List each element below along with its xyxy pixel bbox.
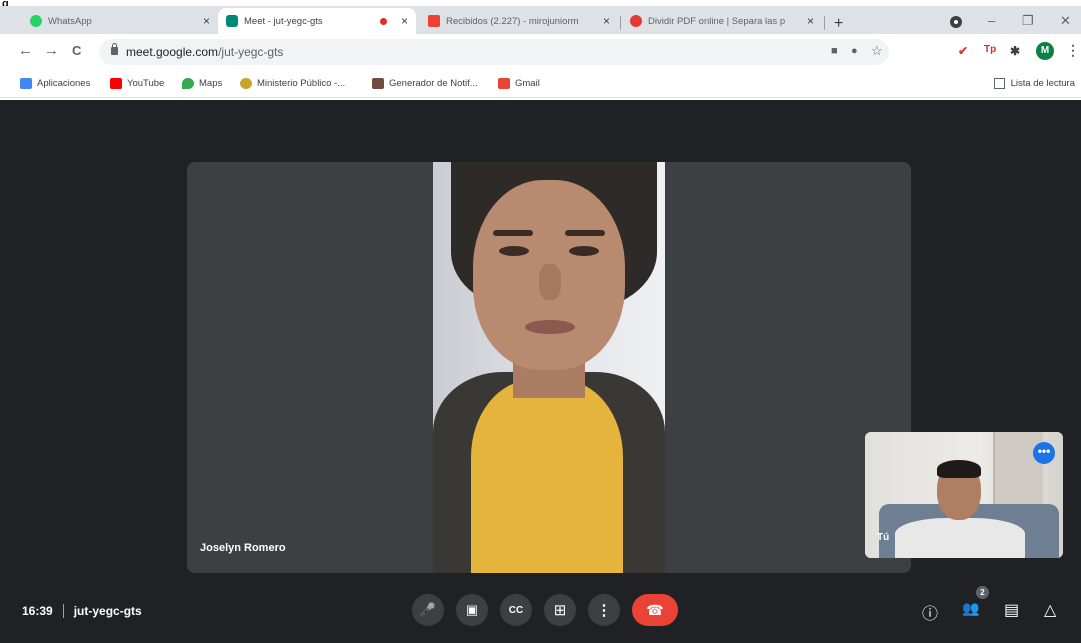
reading-list-icon [993,78,1005,89]
meeting-code: jut-yegc-gts [73,604,142,618]
lock-icon [111,43,118,55]
bookmark-youtube[interactable]: YouTube [110,78,164,89]
video-brow [493,230,533,236]
self-view-tile[interactable]: ••• Tú [865,432,1063,558]
ministerio-seal-icon [240,78,252,89]
restore-button[interactable]: ❐ [1022,13,1034,29]
self-name: Tú [877,532,890,543]
self-view-more-button[interactable]: ••• [1033,442,1055,464]
chat-icon[interactable]: ▤ [1004,600,1019,620]
address-bar[interactable]: meet.google.com/jut-yegc-gts ■ ● ☆ [99,39,889,65]
bookmark-label: Maps [199,78,223,89]
bookmark-ministerio[interactable]: Ministerio Público -... [240,78,345,89]
tab-close-icon[interactable]: × [603,14,610,28]
extension-tp-icon[interactable]: Tp [984,44,996,55]
reload-button[interactable]: C [72,43,81,58]
meeting-info-icon[interactable]: ⓘ [922,600,938,624]
tab-bar: WhatsApp × Meet - jut-yegc-gts × Recibid… [0,6,1081,34]
bookmark-label: Ministerio Público -... [257,78,346,89]
bookmark-star-icon[interactable]: ☆ [871,43,883,59]
meeting-divider [62,604,64,618]
media-recording-icon[interactable] [950,16,962,28]
url-host: meet.google.com [126,45,219,59]
captions-button[interactable]: CC [500,594,532,626]
browser-chrome: g WhatsApp × Meet - jut-yegc-gts × Recib… [0,0,1081,100]
video-nose [539,264,561,300]
extension-check-icon[interactable]: ✔ [958,44,968,58]
self-video-hair [937,460,981,478]
whatsapp-icon [30,15,42,27]
url-text[interactable]: meet.google.com/jut-yegc-gts [126,45,283,59]
pdf-heart-icon [630,15,642,27]
video-sweater [471,380,623,573]
bookmark-generador[interactable]: Generador de Notif... [372,78,478,89]
bookmark-gmail[interactable]: Gmail [498,78,540,89]
present-screen-button[interactable]: ⊞ [544,594,576,626]
meeting-details: 16:39 jut-yegc-gts [22,604,142,618]
participant-name: Joselyn Romero [200,542,286,554]
video-eye [499,246,529,256]
reading-list-label: Lista de lectura [1010,78,1075,89]
camera-button[interactable]: ▣ [456,594,488,626]
bookmark-label: Gmail [515,78,540,89]
video-face [473,180,625,370]
meeting-time: 16:39 [22,604,53,618]
profile-avatar[interactable]: M [1036,42,1054,60]
back-button[interactable]: ← [18,42,33,59]
bookmark-label: Aplicaciones [37,78,91,89]
reading-list-button[interactable]: Lista de lectura [993,78,1075,89]
apps-grid-icon [20,78,32,89]
tab-close-icon[interactable]: × [203,14,210,28]
tab-close-icon[interactable]: × [807,14,814,28]
maps-pin-icon [182,78,194,89]
gmail-icon [428,15,440,27]
meet-icon [226,15,238,27]
tab-title: WhatsApp [48,15,92,27]
tab-title: Meet - jut-yegc-gts [244,15,323,27]
browser-menu-icon[interactable]: ⋮ [1066,42,1080,59]
camera-blocked-icon[interactable]: ■ [831,45,838,57]
tab-separator [620,16,621,30]
people-icon[interactable]: 👥 [962,600,979,617]
bookmarks-bar: Aplicaciones YouTube Maps Ministerio Púb… [0,70,1081,98]
recording-dot-icon [379,17,387,25]
window-close-button[interactable]: ✕ [1060,13,1071,29]
bookmark-label: Generador de Notif... [389,78,478,89]
bookmark-apps[interactable]: Aplicaciones [20,78,90,89]
address-row: ← → C meet.google.com/jut-yegc-gts ■ ● ☆… [0,34,1081,70]
people-count-badge: 2 [976,586,989,599]
microphone-icon[interactable]: ● [851,45,858,57]
bookmark-label: YouTube [127,78,165,89]
participant-video [433,162,665,573]
gmail-icon [498,78,510,89]
tab-separator [824,16,825,30]
tab-title: Recibidos (2.227) - mirojuniorm [446,15,579,27]
new-tab-button[interactable]: + [834,15,843,33]
video-brow [565,230,605,236]
minimize-button[interactable]: – [988,13,995,28]
participant-tile-main[interactable]: Joselyn Romero [187,162,911,573]
meet-stage: Joselyn Romero ••• Tú 16:39 jut-yegc-gts… [0,100,1081,643]
tab-gmail[interactable]: Recibidos (2.227) - mirojuniorm × [420,8,618,34]
tab-title: Dividir PDF online | Separa las p [648,15,786,27]
tab-pdf[interactable]: Dividir PDF online | Separa las p × [622,8,822,34]
url-path: /jut-yegc-gts [218,45,284,59]
self-video-shirt [895,518,1025,558]
forward-button[interactable]: → [44,42,59,59]
microphone-button[interactable]: 🎤 [412,594,444,626]
tab-close-icon[interactable]: × [401,14,408,28]
tab-meet[interactable]: Meet - jut-yegc-gts × [218,8,416,34]
generador-icon [372,78,384,89]
tab-whatsapp[interactable]: WhatsApp × [22,8,218,34]
leave-call-button[interactable]: ☎ [632,594,678,626]
more-options-button[interactable]: ⋮ [588,594,620,626]
extensions-puzzle-icon[interactable]: ✱ [1010,44,1020,58]
video-eye [569,246,599,256]
bookmark-maps[interactable]: Maps [182,78,222,89]
youtube-icon [110,78,122,89]
video-mouth [525,320,575,334]
activities-icon[interactable]: △ [1044,600,1056,620]
